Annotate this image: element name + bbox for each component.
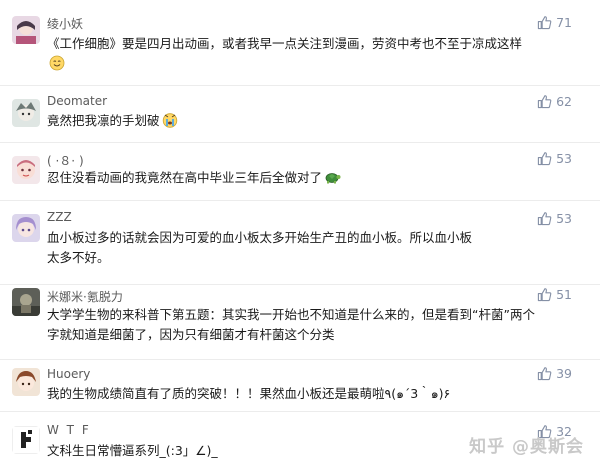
comment-text: 大学学生物的来科普下第五题：其实我一开始也不知道是什么来的，但是看到“杆菌”两个… xyxy=(47,307,535,342)
author-name[interactable]: 米娜米·氪脱力 xyxy=(47,288,123,305)
like-count: 51 xyxy=(556,287,572,302)
comment-item: 绫小妖 71 《工作细胞》要是四月出动画，或者我早一点关注到漫画，劳资中考也不至… xyxy=(0,0,600,86)
like-button[interactable]: 53 xyxy=(537,151,572,166)
author-name[interactable]: 绫小妖 xyxy=(47,15,83,32)
avatar[interactable] xyxy=(12,99,40,127)
like-count: 71 xyxy=(556,15,572,30)
comment-item: ( ·８· ) 53 忍住没看动画的我竟然在高中毕业三年后全做对了 xyxy=(0,143,600,201)
like-count: 53 xyxy=(556,151,572,166)
comment-text: 《工作细胞》要是四月出动画，或者我早一点关注到漫画，劳资中考也不至于凉成这样 xyxy=(47,34,545,77)
comment-text: 竟然把我凛的手划破 xyxy=(47,111,545,134)
thumbs-up-icon xyxy=(537,95,552,109)
like-button[interactable]: 53 xyxy=(537,211,572,226)
thumbs-up-icon xyxy=(537,212,552,226)
author-name[interactable]: ZZZ xyxy=(47,210,72,224)
thumbs-up-icon xyxy=(537,16,552,30)
author-name[interactable]: W T F xyxy=(47,423,91,437)
thumbs-up-icon xyxy=(537,152,552,166)
turtle-emoji xyxy=(324,169,341,191)
avatar[interactable] xyxy=(12,16,40,44)
avatar[interactable] xyxy=(12,426,40,454)
comment-item: Deomater 62 竟然把我凛的手划破 xyxy=(0,86,600,143)
like-count: 53 xyxy=(556,211,572,226)
comment-item: ZZZ 53 血小板过多的话就会因为可爱的血小板太多开始生产丑的血小板。所以血小… xyxy=(0,201,600,285)
crying-face-emoji xyxy=(162,112,178,134)
avatar[interactable] xyxy=(12,214,40,242)
like-button[interactable]: 39 xyxy=(537,366,572,381)
avatar[interactable] xyxy=(12,368,40,396)
comment-item: Huoery 39 我的生物成绩简直有了质的突破！！！果然血小板还是最萌啦٩(๑… xyxy=(0,360,600,412)
comment-item: 米娜米·氪脱力 51 大学学生物的来科普下第五题：其实我一开始也不知道是什么来的… xyxy=(0,285,600,360)
like-button[interactable]: 71 xyxy=(537,15,572,30)
thumbs-up-icon xyxy=(537,288,552,302)
like-count: 62 xyxy=(556,94,572,109)
avatar[interactable] xyxy=(12,288,40,316)
comment-text: 血小板过多的话就会因为可爱的血小板太多开始生产丑的血小板。所以血小板太多不好。 xyxy=(47,230,473,265)
like-count: 39 xyxy=(556,366,572,381)
thumbs-up-icon xyxy=(537,367,552,381)
watermark: 知乎 @奥斯会 xyxy=(469,437,584,457)
author-name[interactable]: Huoery xyxy=(47,367,90,381)
like-button[interactable]: 62 xyxy=(537,94,572,109)
smile-emoji xyxy=(49,55,65,77)
author-name[interactable]: Deomater xyxy=(47,94,107,108)
like-button[interactable]: 51 xyxy=(537,287,572,302)
avatar[interactable] xyxy=(12,156,40,184)
comment-text: 我的生物成绩简直有了质的突破！！！果然血小板还是最萌啦٩(๑´3｀๑)۶ xyxy=(47,386,451,401)
comment-text: 忍住没看动画的我竟然在高中毕业三年后全做对了 xyxy=(47,168,545,191)
author-name[interactable]: ( ·８· ) xyxy=(47,152,84,169)
